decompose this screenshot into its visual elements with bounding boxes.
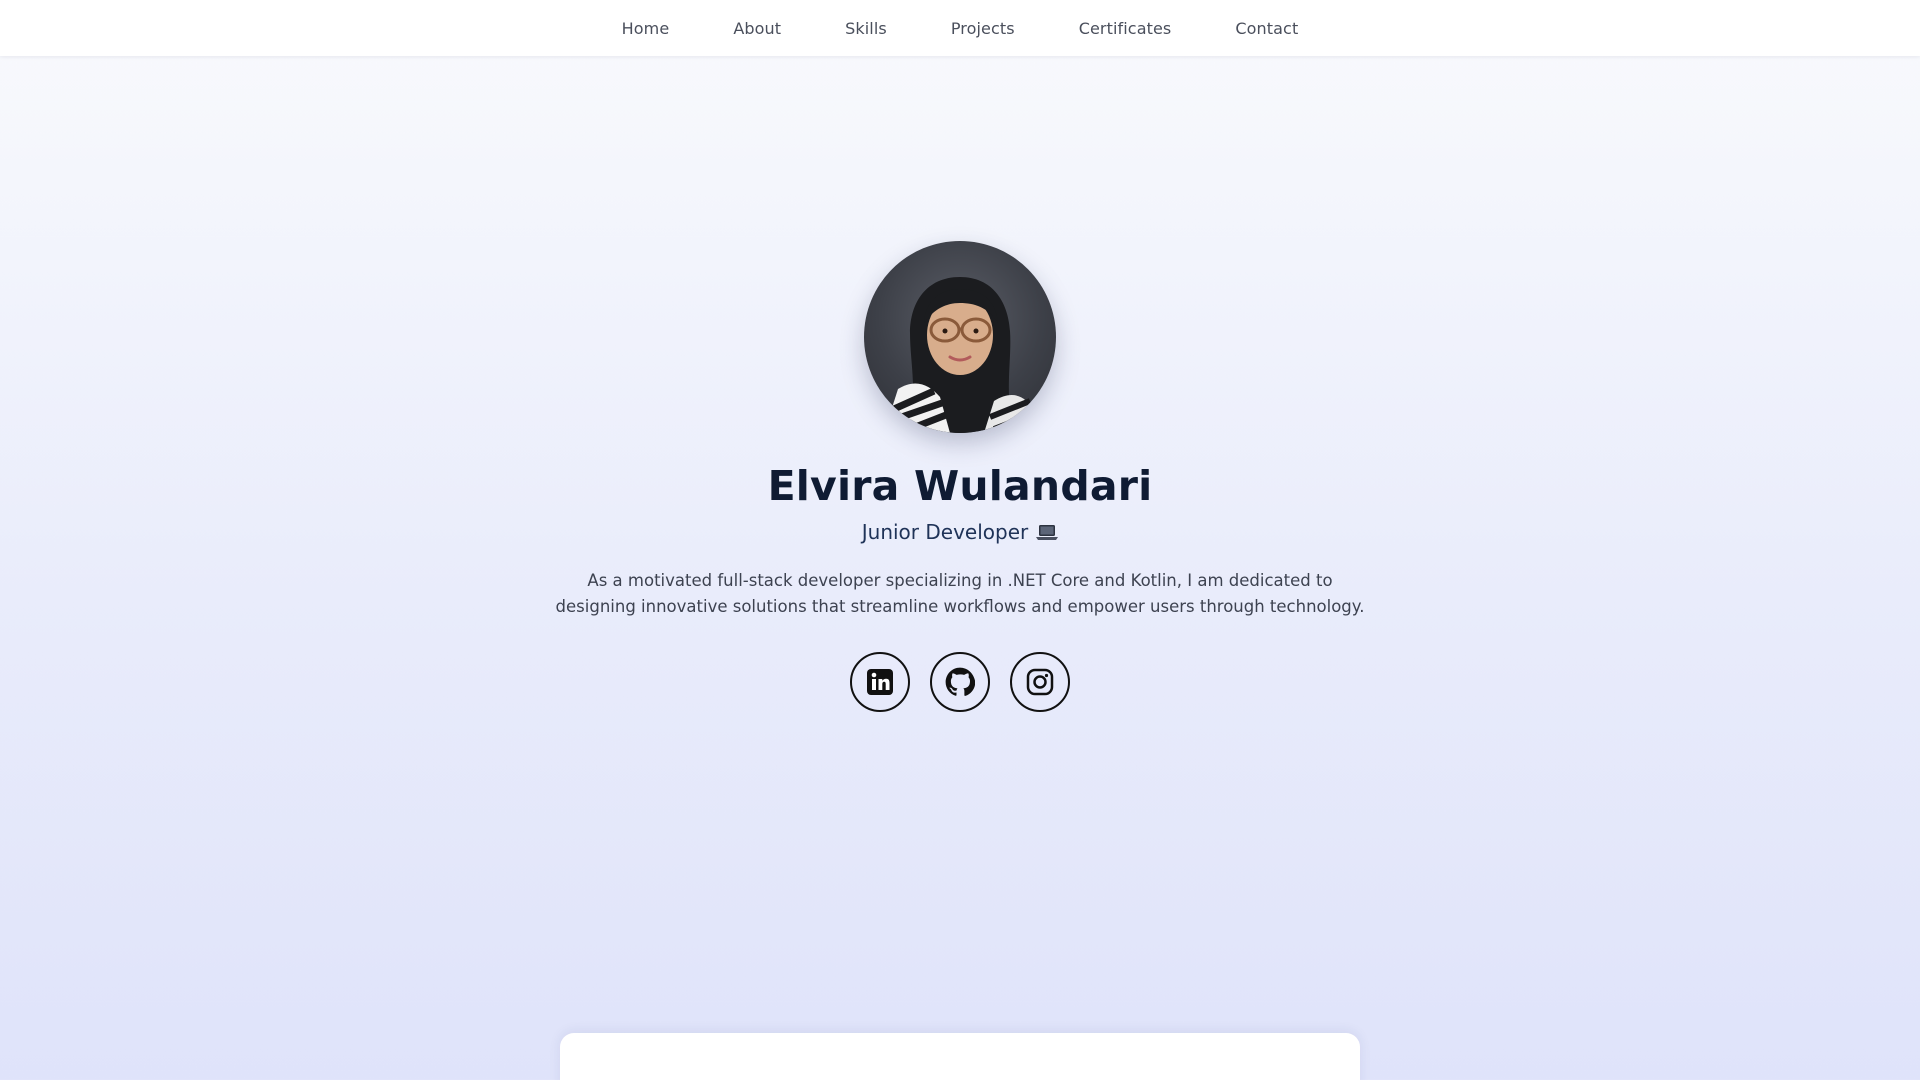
hero-name: Elvira Wulandari: [767, 462, 1153, 510]
linkedin-icon: [867, 669, 893, 695]
social-links: [850, 652, 1070, 712]
nav-skills[interactable]: Skills: [813, 19, 919, 38]
role-label: Junior Developer: [861, 520, 1029, 544]
nav-home[interactable]: Home: [590, 19, 702, 38]
hero-role: Junior Developer: [0, 520, 1920, 546]
nav-list: Home About Skills Projects Certificates …: [590, 19, 1331, 38]
github-icon: [945, 667, 975, 696]
laptop-icon: [1036, 522, 1059, 546]
nav-projects[interactable]: Projects: [919, 19, 1047, 38]
nav-about[interactable]: About: [701, 19, 813, 38]
hero-section: Elvira Wulandari Junior Developer As a m…: [0, 0, 1920, 1080]
github-button[interactable]: [930, 652, 990, 712]
content-card: [560, 1033, 1360, 1080]
hero-bio: As a motivated full-stack developer spec…: [555, 571, 1365, 616]
top-navbar: Home About Skills Projects Certificates …: [0, 0, 1920, 56]
avatar: [864, 241, 1056, 433]
linkedin-button[interactable]: [850, 652, 910, 712]
profile-photo-icon: [884, 277, 1040, 433]
instagram-button[interactable]: [1010, 652, 1070, 712]
nav-certificates[interactable]: Certificates: [1047, 19, 1204, 38]
instagram-icon: [1026, 668, 1054, 696]
nav-contact[interactable]: Contact: [1203, 19, 1330, 38]
